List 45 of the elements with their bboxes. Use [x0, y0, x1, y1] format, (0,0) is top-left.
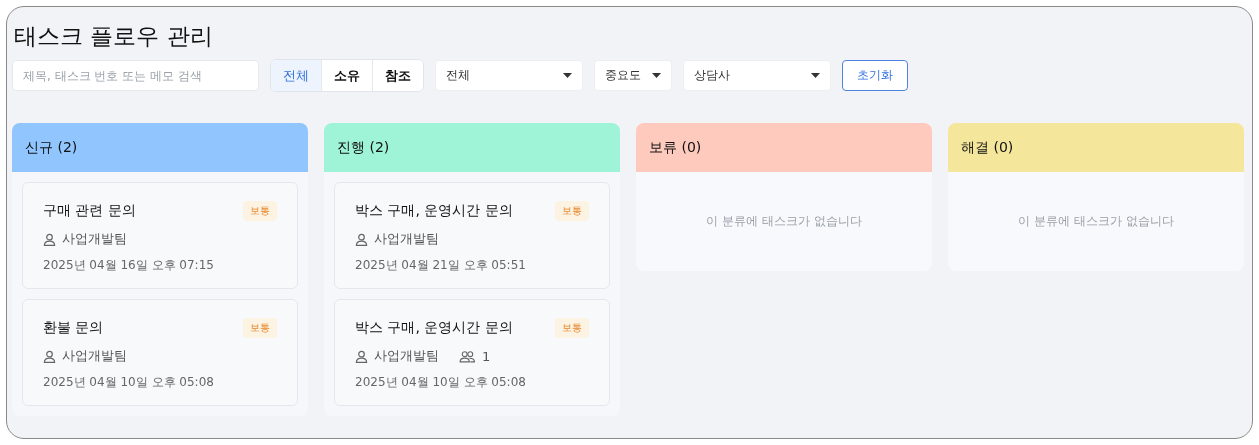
task-card[interactable]: 구매 관련 문의 보통 사업개발팀 2025년 04월 16일 오후 07:15 — [22, 182, 298, 289]
column-header: 진행 (2) — [324, 123, 620, 172]
priority-badge: 보통 — [555, 201, 589, 221]
filter-dropdown[interactable]: 상담사 — [683, 60, 831, 91]
task-card[interactable]: 박스 구매, 운영시간 문의 보통 사업개발팀 1 2025년 04월 10일 오후 05:08 — [334, 299, 610, 406]
dropdown-value: 전체 — [446, 67, 470, 84]
filter-dropdown[interactable]: 전체 — [435, 60, 583, 91]
task-card[interactable]: 박스 구매, 운영시간 문의 보통 사업개발팀 2025년 04월 21일 오후 05:51 — [334, 182, 610, 289]
empty-message: 이 분류에 태스크가 없습니다 — [706, 213, 862, 230]
team-name: 사업개발팀 — [374, 347, 439, 365]
caret-icon — [563, 73, 572, 78]
person-icon — [43, 349, 56, 363]
filter-dropdown[interactable]: 중요도 — [594, 60, 672, 91]
task-date: 2025년 04월 10일 오후 05:08 — [43, 374, 215, 391]
task-card[interactable]: 환불 문의 보통 사업개발팀 2025년 04월 10일 오후 05:08 — [22, 299, 298, 406]
reset-button[interactable]: 초기화 — [842, 60, 908, 91]
member-count: 1 — [482, 348, 491, 364]
priority-badge: 보통 — [243, 318, 277, 338]
caret-icon — [652, 73, 661, 78]
people-icon — [459, 349, 476, 363]
task-date: 2025년 04월 21일 오후 05:51 — [355, 257, 527, 274]
search-field[interactable]: 제목, 태스크 번호 또는 메모 검색 — [12, 60, 259, 91]
person-icon — [355, 232, 368, 246]
column-header: 신규 (2) — [12, 123, 308, 172]
priority-badge: 보통 — [555, 318, 589, 338]
column-header: 보류 (0) — [636, 123, 932, 172]
task-date: 2025년 04월 16일 오후 07:15 — [43, 257, 215, 274]
person-icon — [43, 232, 56, 246]
task-title: 구매 관련 문의 — [43, 202, 136, 220]
person-icon — [355, 349, 368, 363]
team-name: 사업개발팀 — [62, 230, 127, 248]
empty-message: 이 분류에 태스크가 없습니다 — [1018, 213, 1174, 230]
caret-icon — [811, 73, 820, 78]
page-title: 태스크 플로우 관리 — [14, 22, 214, 51]
scope-tab[interactable]: 전체 — [271, 60, 322, 91]
column-header: 해결 (0) — [948, 123, 1244, 172]
team-name: 사업개발팀 — [374, 230, 439, 248]
dropdown-value: 상담사 — [694, 67, 730, 84]
priority-badge: 보통 — [243, 201, 277, 221]
task-title: 환불 문의 — [43, 319, 104, 337]
task-title: 박스 구매, 운영시간 문의 — [355, 319, 513, 337]
team-name: 사업개발팀 — [62, 347, 127, 365]
dropdown-value: 중요도 — [605, 67, 641, 84]
task-title: 박스 구매, 운영시간 문의 — [355, 202, 513, 220]
task-date: 2025년 04월 10일 오후 05:08 — [355, 374, 527, 391]
